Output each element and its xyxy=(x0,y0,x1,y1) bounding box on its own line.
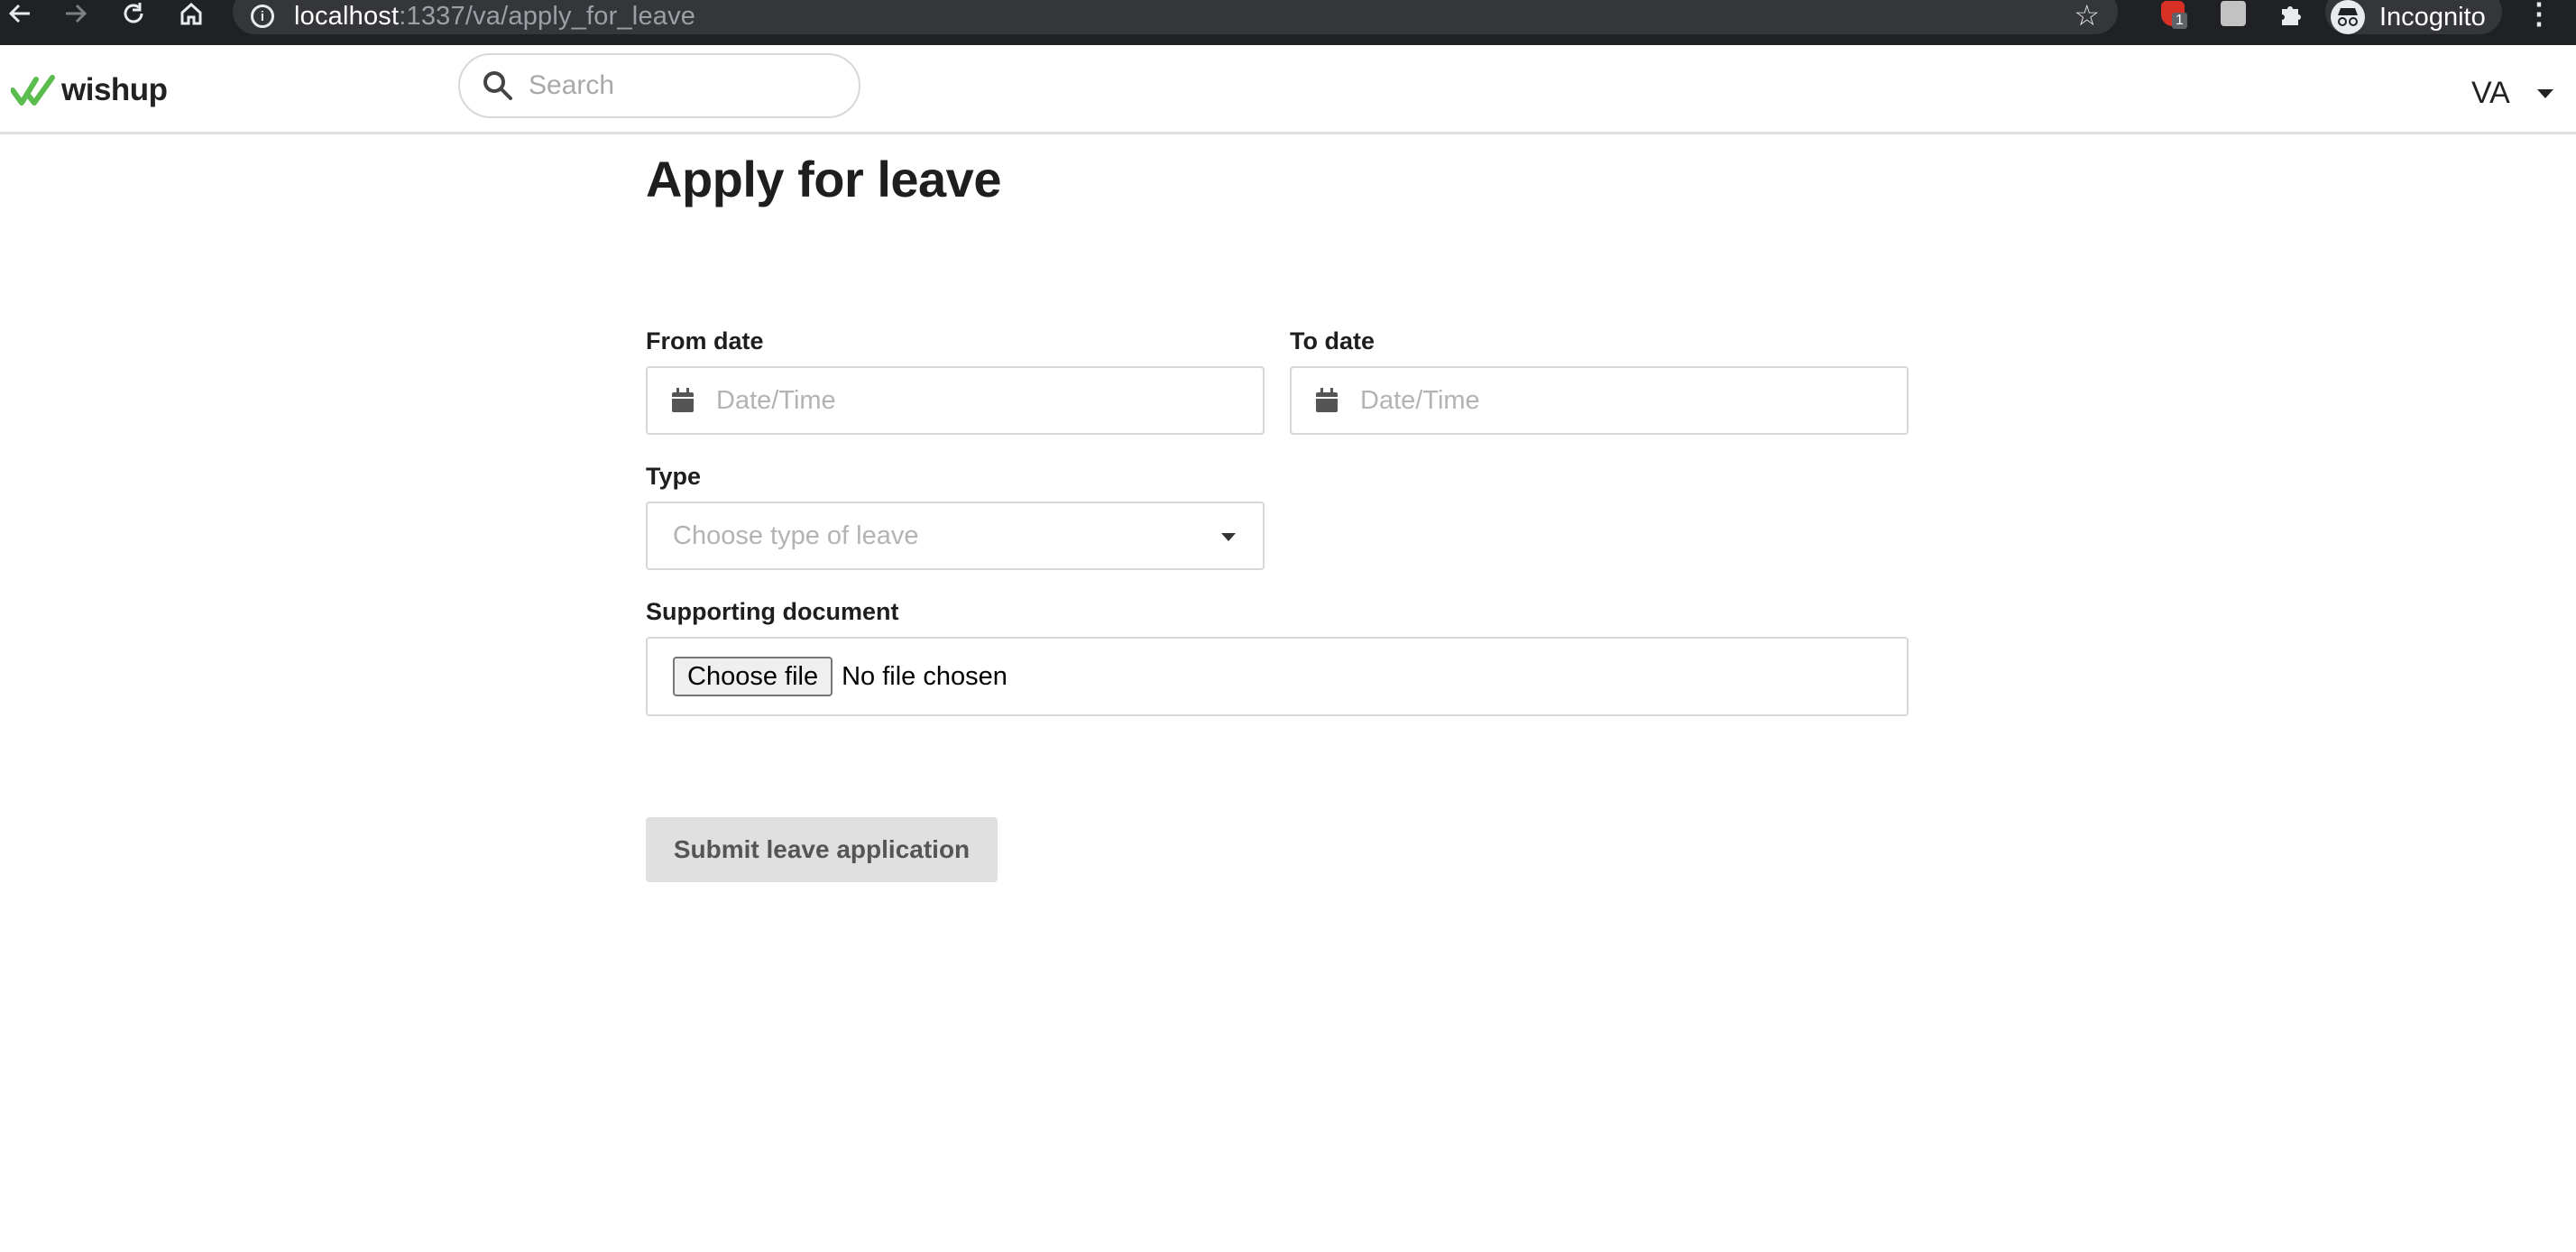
search-icon xyxy=(483,71,512,100)
from-date-input[interactable] xyxy=(714,384,1223,417)
extensions-puzzle-icon[interactable] xyxy=(2275,0,2307,27)
incognito-profile-button[interactable]: Incognito xyxy=(2325,0,2502,34)
supporting-document-label: Supporting document xyxy=(646,598,899,625)
choose-file-button[interactable]: Choose file xyxy=(673,657,833,696)
incognito-icon xyxy=(2331,0,2365,34)
home-icon[interactable] xyxy=(173,0,209,27)
page-title: Apply for leave xyxy=(646,151,1001,207)
to-date-input[interactable] xyxy=(1358,384,1867,417)
type-label: Type xyxy=(646,463,702,490)
supporting-document-field[interactable]: Choose file No file chosen xyxy=(646,637,1909,716)
extension-badge: 1 xyxy=(2172,13,2187,29)
extension-shield-icon[interactable]: 1 xyxy=(2159,0,2187,29)
app-header: wishup VA xyxy=(0,45,2576,134)
url-host: localhost xyxy=(294,1,400,31)
back-arrow-icon[interactable] xyxy=(2,0,38,27)
url-path: :1337/va/apply_for_leave xyxy=(399,1,696,31)
user-menu[interactable]: VA xyxy=(2471,76,2553,111)
chevron-down-icon xyxy=(1221,533,1236,541)
calendar-icon xyxy=(672,388,694,412)
from-date-field[interactable] xyxy=(646,366,1265,435)
calendar-icon xyxy=(1316,388,1338,412)
incognito-label: Incognito xyxy=(2379,2,2486,32)
leave-type-select[interactable]: Choose type of leave xyxy=(646,502,1265,570)
file-status-text: No file chosen xyxy=(842,661,1007,691)
forward-arrow-icon[interactable] xyxy=(58,0,94,27)
address-bar[interactable]: i localhost:1337/va/apply_for_leave ☆ xyxy=(233,0,2118,34)
extension-grey-icon[interactable] xyxy=(2220,0,2247,27)
to-date-label: To date xyxy=(1290,327,1375,354)
site-info-icon[interactable]: i xyxy=(251,5,274,28)
logo-check-icon xyxy=(11,75,55,106)
user-initials: VA xyxy=(2471,76,2510,110)
from-date-label: From date xyxy=(646,327,764,354)
to-date-field[interactable] xyxy=(1290,366,1909,435)
search-box[interactable] xyxy=(458,53,860,118)
wishup-logo[interactable]: wishup xyxy=(11,72,168,108)
leave-type-placeholder: Choose type of leave xyxy=(673,520,919,550)
chevron-down-icon xyxy=(2536,88,2553,98)
search-input[interactable] xyxy=(527,69,837,102)
browser-menu-icon[interactable]: ⋮ xyxy=(2525,0,2553,30)
reload-icon[interactable] xyxy=(115,0,152,27)
brand-name: wishup xyxy=(61,72,168,107)
url-text[interactable]: localhost:1337/va/apply_for_leave xyxy=(294,2,695,32)
submit-leave-button[interactable]: Submit leave application xyxy=(646,817,998,882)
bookmark-star-icon[interactable]: ☆ xyxy=(2074,0,2100,32)
browser-toolbar: i localhost:1337/va/apply_for_leave ☆ 1 … xyxy=(0,0,2576,45)
